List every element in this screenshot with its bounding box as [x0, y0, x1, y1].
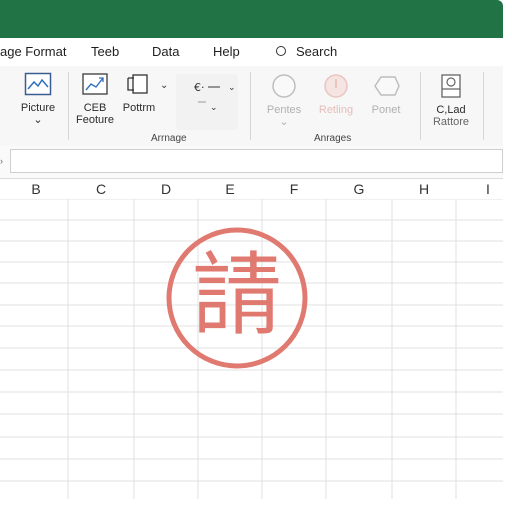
group-label-arrange: Arrnage: [151, 133, 187, 144]
chevron-down-icon[interactable]: ⌄: [16, 114, 60, 126]
ribbon-divider: [483, 72, 484, 140]
pattern-label: Pottrm: [122, 102, 156, 114]
svg-text:⌄: ⌄: [228, 83, 236, 93]
restore-button[interactable]: C,Lad Rattore: [428, 72, 474, 128]
shape-circle-icon: [272, 74, 296, 98]
pentes-label: Pentes: [266, 104, 302, 116]
seal-glyph: 請: [192, 243, 282, 348]
align-icon: €· ⌄ ⌄: [194, 81, 236, 113]
svg-text:⌄: ⌄: [210, 103, 218, 113]
column-header-e[interactable]: E: [198, 179, 262, 199]
feature-sublabel: Feoture: [76, 114, 114, 126]
formula-bar: ›: [0, 146, 503, 179]
picture-button[interactable]: Picture ⌄: [16, 72, 60, 126]
ponet-button[interactable]: Ponet: [366, 72, 406, 116]
menu-data[interactable]: Data: [152, 44, 179, 59]
ribbon-divider: [68, 72, 69, 140]
restore-icon: [441, 74, 461, 98]
feature-button[interactable]: CEB Feoture: [74, 72, 116, 126]
retouch-icon: [324, 74, 348, 98]
column-header-f[interactable]: F: [262, 179, 326, 199]
retling-label: Retling: [318, 104, 354, 116]
ribbon-divider: [420, 72, 421, 140]
column-header-b[interactable]: B: [4, 179, 68, 199]
pentes-button[interactable]: Pentes ⌄: [262, 72, 306, 128]
retling-button[interactable]: Retling: [314, 72, 358, 116]
search-label[interactable]: Search: [296, 44, 337, 59]
title-bar: [0, 0, 503, 38]
window-edge: [503, 0, 512, 512]
restore-sublabel: Rattore: [432, 116, 470, 128]
column-header-d[interactable]: D: [134, 179, 198, 199]
menu-help[interactable]: Help: [213, 44, 240, 59]
chevron-right-icon[interactable]: ›: [0, 156, 3, 166]
column-header-c[interactable]: C: [68, 179, 134, 199]
picture-icon: [24, 72, 52, 96]
ribbon-divider: [250, 72, 251, 140]
ribbon: Picture ⌄ CEB Feoture Pottrm ⌄ €· ⌄ ⌄ Pe…: [0, 66, 503, 147]
chevron-down-icon[interactable]: ⌄: [262, 116, 306, 128]
search-icon[interactable]: [276, 46, 286, 56]
feature-label: CEB: [83, 102, 107, 114]
ponet-label: Ponet: [371, 104, 401, 116]
picture-label: Picture: [20, 102, 56, 114]
menu-teeb[interactable]: Teeb: [91, 44, 119, 59]
chart-feature-icon: [82, 73, 108, 95]
column-header-g[interactable]: G: [326, 179, 392, 199]
align-button[interactable]: €· ⌄ ⌄: [176, 74, 238, 130]
chevron-down-icon[interactable]: ⌄: [160, 80, 168, 91]
svg-text:€·: €·: [194, 81, 205, 94]
group-label-anrages: Anrages: [314, 133, 352, 144]
restore-label: C,Lad: [436, 104, 466, 116]
seal-stamp[interactable]: 請: [165, 226, 309, 370]
pattern-icon: [127, 74, 148, 94]
pointer-shape-icon: [374, 76, 400, 96]
menu-page-format[interactable]: age Format: [0, 44, 66, 59]
pattern-button[interactable]: Pottrm: [120, 72, 158, 114]
formula-input[interactable]: [10, 149, 503, 173]
menu-bar: age Format Teeb Data Help Search: [0, 38, 503, 66]
column-header-h[interactable]: H: [392, 179, 456, 199]
